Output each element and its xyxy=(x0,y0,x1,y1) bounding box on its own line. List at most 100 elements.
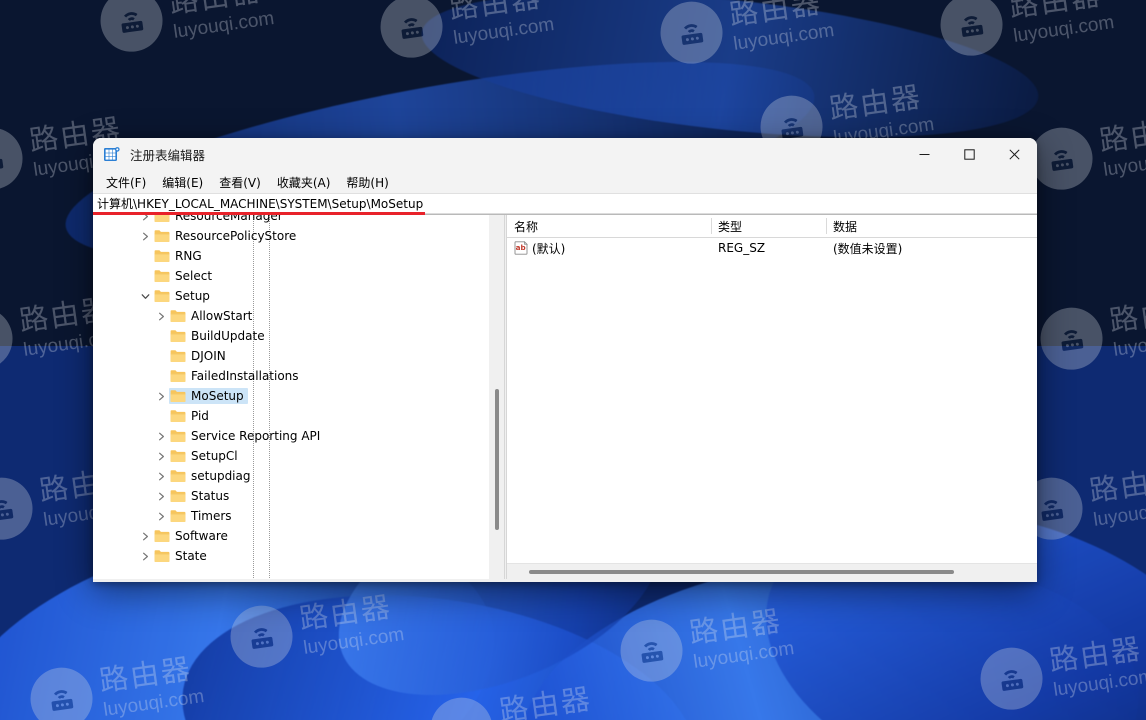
desktop: 路由器luyouqi.com 路由器luyouqi.com 路由器luyouqi… xyxy=(0,0,1146,720)
table-row[interactable]: ab (默认) REG_SZ (数值未设置) xyxy=(507,238,1037,258)
tree-node-body[interactable]: Software xyxy=(153,528,232,544)
address-path: 计算机\HKEY_LOCAL_MACHINE\SYSTEM\Setup\MoSe… xyxy=(97,197,424,211)
tree-item-label: Timers xyxy=(191,509,232,523)
tree-item-state[interactable]: State xyxy=(93,546,489,566)
tree-item-label: RNG xyxy=(175,249,202,263)
tree-scroll-thumb[interactable] xyxy=(495,389,499,530)
window-controls xyxy=(902,138,1037,171)
chevron-right-icon[interactable] xyxy=(137,526,153,546)
value-data-cell: (数值未设置) xyxy=(833,241,903,256)
svg-text:ab: ab xyxy=(516,243,526,252)
registry-editor-window: 注册表编辑器 文件(F) 编辑(E) 查看(V) 收藏夹(A) 帮助(H) 计算… xyxy=(93,138,1037,582)
tree-item-setupdiag[interactable]: setupdiag xyxy=(93,466,489,486)
tree-item-setupcl[interactable]: SetupCl xyxy=(93,446,489,466)
chevron-right-icon[interactable] xyxy=(153,386,169,406)
tree-item-djoin[interactable]: DJOIN xyxy=(93,346,489,366)
tree-item-service-reporting-api[interactable]: Service Reporting API xyxy=(93,426,489,446)
menu-view[interactable]: 查看(V) xyxy=(211,172,269,193)
tree-node-body[interactable]: ResourceManager xyxy=(153,215,287,224)
tree-item-label: MoSetup xyxy=(191,389,244,403)
tree-node-body[interactable]: Pid xyxy=(169,408,213,424)
tree-node-body[interactable]: RNG xyxy=(153,248,206,264)
column-header-name[interactable]: 名称 xyxy=(507,215,711,237)
menu-favorites[interactable]: 收藏夹(A) xyxy=(269,172,339,193)
tree-item-timers[interactable]: Timers xyxy=(93,506,489,526)
content-panes: ResourceManager ResourcePolicyStore RNG … xyxy=(93,214,1037,579)
folder-icon xyxy=(154,269,170,283)
tree-node-body[interactable]: FailedInstallations xyxy=(169,368,303,384)
tree-item-software[interactable]: Software xyxy=(93,526,489,546)
tree-node-body[interactable]: State xyxy=(153,548,211,564)
tree-node-body[interactable]: AllowStart xyxy=(169,308,256,324)
tree-node-body[interactable]: Timers xyxy=(169,508,236,524)
chevron-right-icon[interactable] xyxy=(137,215,153,226)
tree-node-body[interactable]: BuildUpdate xyxy=(169,328,269,344)
tree-node-body[interactable]: Select xyxy=(153,268,216,284)
tree-node-body[interactable]: ResourcePolicyStore xyxy=(153,228,300,244)
close-button[interactable] xyxy=(992,138,1037,171)
tree-node-body[interactable]: Setup xyxy=(153,288,214,304)
tree-item-label: Software xyxy=(175,529,228,543)
tree-item-label: ResourceManager xyxy=(175,215,283,223)
list-column-headers: 名称 类型 数据 xyxy=(507,215,1037,238)
regedit-icon xyxy=(103,146,121,164)
tree-item-label: Pid xyxy=(191,409,209,423)
tree-item-setup[interactable]: Setup xyxy=(93,286,489,306)
chevron-right-icon[interactable] xyxy=(137,226,153,246)
menu-edit[interactable]: 编辑(E) xyxy=(154,172,211,193)
minimize-button[interactable] xyxy=(902,138,947,171)
folder-icon xyxy=(170,449,186,463)
tree-item-label: DJOIN xyxy=(191,349,226,363)
chevron-right-icon[interactable] xyxy=(153,306,169,326)
maximize-button[interactable] xyxy=(947,138,992,171)
chevron-right-icon[interactable] xyxy=(153,446,169,466)
tree-item-status[interactable]: Status xyxy=(93,486,489,506)
tree-node-body[interactable]: Status xyxy=(169,488,233,504)
menu-help[interactable]: 帮助(H) xyxy=(338,172,396,193)
folder-icon xyxy=(154,229,170,243)
chevron-right-icon[interactable] xyxy=(153,466,169,486)
registry-tree-pane: ResourceManager ResourcePolicyStore RNG … xyxy=(93,215,504,579)
value-name-text: (默认) xyxy=(532,241,566,256)
tree-node-body[interactable]: DJOIN xyxy=(169,348,230,364)
tree-vertical-scrollbar[interactable] xyxy=(489,215,504,579)
tree-item-rng[interactable]: RNG xyxy=(93,246,489,266)
chevron-right-icon[interactable] xyxy=(153,506,169,526)
tree-item-resourcepolicystore[interactable]: ResourcePolicyStore xyxy=(93,226,489,246)
folder-icon xyxy=(170,489,186,503)
tree-item-resourcemanager[interactable]: ResourceManager xyxy=(93,215,489,226)
address-bar[interactable]: 计算机\HKEY_LOCAL_MACHINE\SYSTEM\Setup\MoSe… xyxy=(93,193,1037,215)
folder-icon xyxy=(170,309,186,323)
chevron-down-icon[interactable] xyxy=(137,286,153,306)
tree-item-label: State xyxy=(175,549,207,563)
folder-icon xyxy=(170,369,186,383)
chevron-right-icon[interactable] xyxy=(153,426,169,446)
tree-node-body[interactable]: setupdiag xyxy=(169,468,254,484)
list-horizontal-scrollbar[interactable] xyxy=(507,563,1037,579)
title-bar[interactable]: 注册表编辑器 xyxy=(93,138,1037,171)
tree-item-select[interactable]: Select xyxy=(93,266,489,286)
folder-icon xyxy=(170,389,186,403)
tree-item-mosetup[interactable]: MoSetup xyxy=(93,386,489,406)
tree-item-failedinstallations[interactable]: FailedInstallations xyxy=(93,366,489,386)
tree-item-label: Select xyxy=(175,269,213,283)
folder-icon xyxy=(170,429,186,443)
tree-node-body[interactable]: SetupCl xyxy=(169,448,242,464)
chevron-right-icon[interactable] xyxy=(153,486,169,506)
column-header-data[interactable]: 数据 xyxy=(826,215,1037,237)
chevron-right-icon[interactable] xyxy=(137,546,153,566)
tree-node-body[interactable]: MoSetup xyxy=(169,388,248,404)
tree-item-label: BuildUpdate xyxy=(191,329,265,343)
column-header-type[interactable]: 类型 xyxy=(711,215,826,237)
tree-item-pid[interactable]: Pid xyxy=(93,406,489,426)
list-scroll-thumb[interactable] xyxy=(529,570,954,574)
tree-item-label: setupdiag xyxy=(191,469,251,483)
folder-icon xyxy=(154,529,170,543)
tree-item-allowstart[interactable]: AllowStart xyxy=(93,306,489,326)
tree-item-buildupdate[interactable]: BuildUpdate xyxy=(93,326,489,346)
menu-file[interactable]: 文件(F) xyxy=(98,172,154,193)
tree-node-body[interactable]: Service Reporting API xyxy=(169,428,324,444)
